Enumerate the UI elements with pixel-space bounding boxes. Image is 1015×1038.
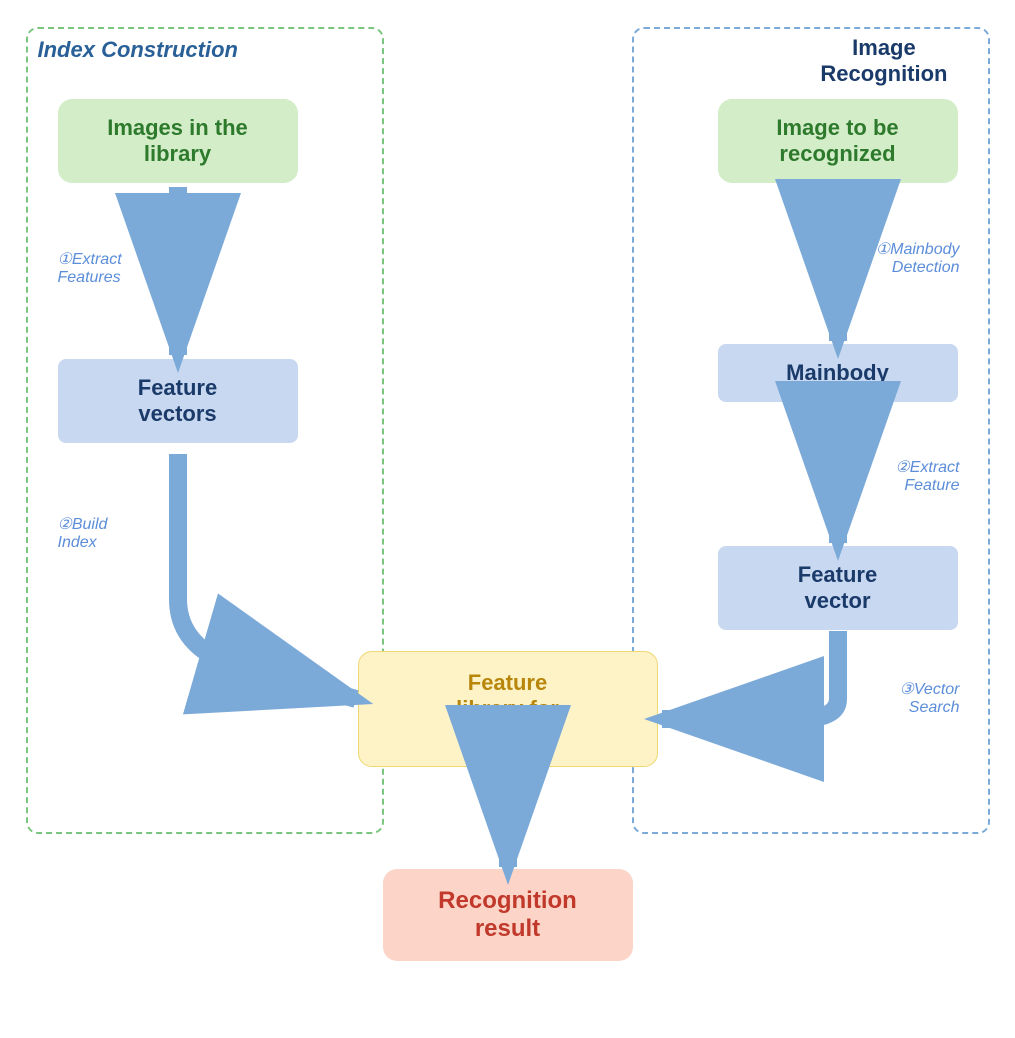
feature-vectors-box: Feature vectors [58, 359, 298, 443]
feature-vector-box: Featurevector [718, 546, 958, 630]
feature-library-box: Feature library for retrieval [358, 651, 658, 767]
mainbody-detection-label: ①Mainbody Detection [876, 239, 960, 277]
extract-feature-label: ②ExtractFeature [895, 457, 959, 495]
images-in-library-box: Images in the library [58, 99, 298, 183]
right-panel-title: ImageRecognition [820, 35, 947, 87]
recognition-result-box: Recognition result [383, 869, 633, 961]
image-to-recognize-box: Image to be recognized [718, 99, 958, 183]
left-panel-title: Index Construction [38, 37, 238, 63]
build-index-label: ②Build Index [58, 514, 108, 552]
extract-features-label: ①Extract Features [58, 249, 122, 287]
diagram-container: Index Construction ImageRecognition Imag… [18, 19, 998, 1019]
vector-search-label: ③VectorSearch [900, 679, 960, 717]
mainbody-box: Mainbody [718, 344, 958, 402]
